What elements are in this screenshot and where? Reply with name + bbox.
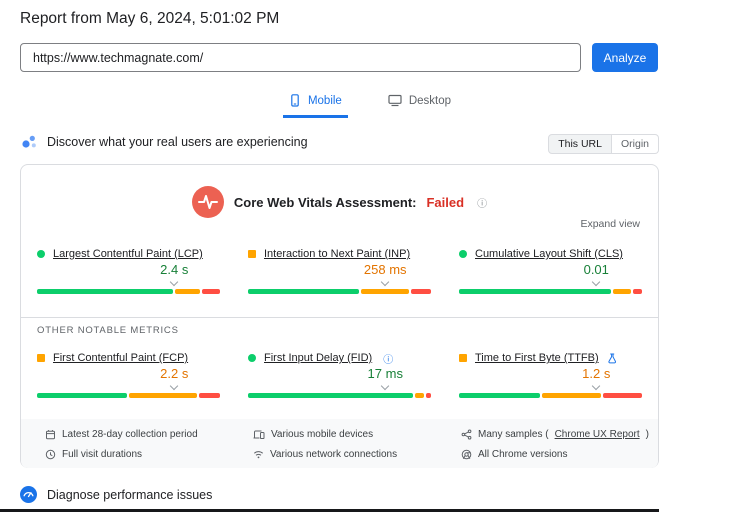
- inp-p75-marker: [381, 277, 390, 287]
- inp-value: 258 ms: [363, 262, 407, 277]
- ttfb-distribution-bar: [459, 393, 642, 398]
- lcp-distribution-bar: [37, 289, 221, 294]
- experiment-flask-icon: [608, 353, 616, 363]
- core-web-vitals-card: Core Web Vitals Assessment: Failed ⓘ Exp…: [20, 164, 659, 468]
- tab-mobile[interactable]: Mobile: [282, 90, 348, 118]
- cls-value: 0.01: [583, 262, 609, 277]
- metric-link-fid[interactable]: First Input Delay (FID): [264, 352, 372, 364]
- metric-link-inp[interactable]: Interaction to Next Paint (INP): [264, 248, 410, 260]
- assessment-label: Core Web Vitals Assessment:: [233, 194, 417, 210]
- field-data-icon: [22, 135, 36, 148]
- pagespeed-report-page: Report from May 6, 2024, 5:01:02 PM Anal…: [0, 0, 740, 512]
- diagnose-gauge-icon: [20, 486, 37, 503]
- ttfb-value: 1.2 s: [582, 366, 611, 381]
- metric-cls: Cumulative Layout Shift (CLS) 0.01: [459, 247, 643, 294]
- inp-rating-dot: [248, 250, 256, 258]
- fid-rating-dot: [248, 354, 256, 362]
- metric-link-cls[interactable]: Cumulative Layout Shift (CLS): [475, 248, 623, 260]
- scope-this-url-button[interactable]: This URL: [548, 134, 612, 154]
- fcp-distribution-bar: [37, 393, 220, 398]
- analyze-button[interactable]: Analyze: [592, 43, 658, 72]
- metric-ttfb: Time to First Byte (TTFB) 1.2 s: [459, 351, 642, 398]
- ttfb-rating-dot: [459, 354, 467, 362]
- core-vitals-row: Largest Contentful Paint (LCP) 2.4 s Int…: [37, 247, 643, 294]
- expand-view-link[interactable]: Expand view: [580, 218, 640, 230]
- wifi-icon: [253, 451, 264, 459]
- lcp-value: 2.4 s: [160, 262, 189, 277]
- fid-p75-marker: [381, 381, 390, 391]
- footer-item-devices: Various mobile devices: [253, 426, 461, 443]
- report-title: Report from May 6, 2024, 5:01:02 PM: [20, 10, 280, 27]
- other-metrics-label: OTHER NOTABLE METRICS: [37, 325, 179, 336]
- metric-link-fcp[interactable]: First Contentful Paint (FCP): [53, 352, 188, 364]
- cwv-pulse-icon: [191, 186, 224, 218]
- field-data-header: Discover what your real users are experi…: [20, 133, 308, 151]
- chrome-icon: [461, 449, 472, 460]
- samples-icon: [461, 429, 472, 440]
- fcp-value: 2.2 s: [160, 366, 189, 381]
- footer-item-collection-period: Latest 28-day collection period: [45, 426, 253, 443]
- metric-link-lcp[interactable]: Largest Contentful Paint (LCP): [53, 248, 203, 260]
- metric-link-ttfb[interactable]: Time to First Byte (TTFB): [475, 352, 599, 364]
- fcp-rating-dot: [37, 354, 45, 362]
- lcp-rating-dot: [37, 250, 45, 258]
- fid-info-icon[interactable]: ⓘ: [383, 351, 393, 366]
- metric-fid: First Input Delay (FID) ⓘ 17 ms: [248, 351, 432, 398]
- url-input[interactable]: [20, 43, 581, 72]
- ttfb-p75-marker: [592, 381, 601, 391]
- assessment-status: Failed: [426, 194, 465, 210]
- device-tabs: Mobile Desktop: [0, 90, 740, 118]
- diagnose-section-header: Diagnose performance issues: [20, 486, 212, 503]
- tab-mobile-label: Mobile: [307, 94, 342, 107]
- footer-item-chrome-versions: All Chrome versions: [461, 446, 658, 463]
- metric-lcp: Largest Contentful Paint (LCP) 2.4 s: [37, 247, 221, 294]
- assessment-info-icon[interactable]: ⓘ: [477, 195, 487, 210]
- clock-icon: [45, 449, 56, 460]
- scope-toggle: This URL Origin: [548, 134, 659, 154]
- desktop-icon: [388, 94, 402, 107]
- footer-item-network: Various network connections: [253, 446, 461, 463]
- fid-distribution-bar: [248, 393, 432, 398]
- cls-distribution-bar: [459, 289, 643, 294]
- fid-value: 17 ms: [367, 366, 403, 381]
- inp-distribution-bar: [248, 289, 431, 294]
- crux-report-link[interactable]: Chrome UX Report: [555, 429, 640, 440]
- scope-origin-button[interactable]: Origin: [611, 134, 659, 154]
- metric-fcp: First Contentful Paint (FCP) 2.2 s: [37, 351, 220, 398]
- lcp-p75-marker: [170, 277, 179, 287]
- footer-item-samples: Many samples (Chrome UX Report): [461, 426, 658, 443]
- calendar-icon: [46, 430, 55, 440]
- diagnose-heading: Diagnose performance issues: [47, 487, 213, 502]
- cwv-assessment-header: Core Web Vitals Assessment: Failed ⓘ: [21, 186, 658, 218]
- fcp-p75-marker: [170, 381, 179, 391]
- field-section-heading: Discover what your real users are experi…: [47, 135, 308, 149]
- cls-rating-dot: [459, 250, 467, 258]
- tab-desktop[interactable]: Desktop: [382, 90, 457, 118]
- card-divider: [21, 317, 658, 318]
- tab-desktop-label: Desktop: [408, 94, 452, 107]
- other-metrics-row: First Contentful Paint (FCP) 2.2 s First…: [37, 351, 642, 398]
- cls-p75-marker: [592, 277, 601, 287]
- footer-item-visit-durations: Full visit durations: [45, 446, 253, 463]
- devices-icon: [253, 430, 265, 439]
- collection-info-footer: Latest 28-day collection period Various …: [21, 419, 658, 468]
- smartphone-icon: [291, 94, 299, 107]
- metric-inp: Interaction to Next Paint (INP) 258 ms: [248, 247, 431, 294]
